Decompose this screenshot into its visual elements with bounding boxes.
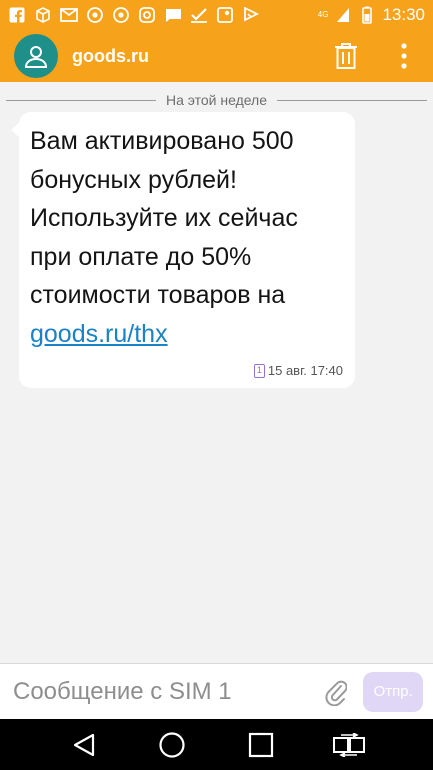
avatar[interactable] — [14, 34, 58, 78]
compose-bar: Отпр. — [0, 663, 433, 719]
box-icon — [34, 6, 52, 24]
more-vert-icon — [401, 43, 407, 69]
status-bar: 4G 13:30 — [0, 0, 433, 30]
delete-button[interactable] — [331, 39, 361, 73]
paperclip-icon — [325, 680, 348, 706]
instagram-icon — [138, 6, 156, 24]
back-button[interactable] — [64, 725, 104, 765]
trash-icon — [335, 43, 357, 69]
overflow-menu-button[interactable] — [389, 39, 419, 73]
flag-icon — [242, 6, 260, 24]
divider-line — [6, 99, 156, 101]
dual-window-icon — [332, 732, 365, 757]
contact-name: goods.ru — [72, 45, 149, 66]
chrome-icon — [86, 6, 104, 24]
message-meta: 1 15 авг. 17:40 — [253, 363, 343, 378]
message-body: Вам активировано 500 бонусных рублей! Ис… — [30, 127, 298, 309]
network-type: 4G — [317, 10, 329, 19]
message-input[interactable] — [13, 677, 323, 706]
checkmark-icon — [190, 6, 208, 24]
attach-button[interactable] — [323, 675, 349, 709]
notification-icons — [8, 6, 260, 24]
recents-square-icon — [248, 732, 273, 757]
battery-icon — [358, 6, 376, 24]
facebook-icon — [8, 6, 26, 24]
send-button[interactable]: Отпр. — [363, 671, 423, 712]
back-triangle-icon — [74, 733, 95, 756]
message-icon — [164, 6, 182, 24]
recents-button[interactable] — [241, 725, 281, 765]
app-actions — [331, 39, 419, 73]
clock: 13:30 — [382, 5, 425, 24]
message-text: Вам активировано 500 бонусных рублей! Ис… — [30, 122, 341, 353]
gmail-icon — [60, 6, 78, 24]
home-button[interactable] — [152, 725, 192, 765]
message-bubble[interactable]: Вам активировано 500 бонусных рублей! Ис… — [11, 112, 355, 388]
signal-icon — [334, 6, 352, 24]
divider-line — [277, 99, 427, 101]
home-circle-icon — [159, 731, 185, 758]
maps-icon — [216, 6, 234, 24]
navigation-bar — [0, 719, 433, 770]
message-link[interactable]: goods.ru/thx — [30, 320, 168, 348]
sim-icon: 1 — [253, 363, 265, 378]
message-timestamp: 15 авг. 17:40 — [267, 363, 343, 378]
status-indicators: 4G 13:30 — [318, 5, 425, 25]
sim-switch-button[interactable] — [329, 725, 369, 765]
chrome-icon — [112, 6, 130, 24]
date-divider: На этой неделе — [6, 90, 427, 110]
date-divider-label: На этой неделе — [165, 92, 268, 108]
app-bar: goods.ru — [0, 30, 433, 82]
person-icon — [24, 46, 48, 68]
